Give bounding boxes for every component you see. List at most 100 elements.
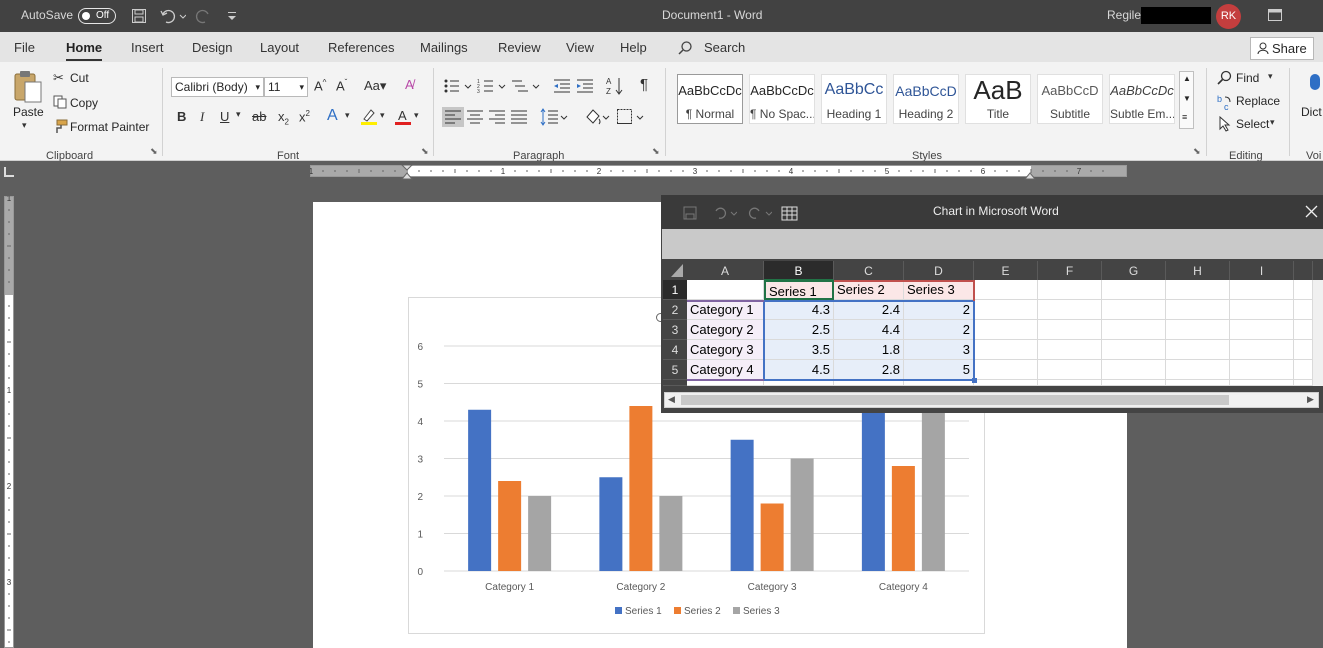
- empty-cell[interactable]: [1166, 380, 1230, 386]
- cell-b5[interactable]: 4.5: [764, 360, 834, 380]
- empty-cell[interactable]: [1102, 360, 1166, 380]
- cell-d2[interactable]: 2: [904, 300, 974, 320]
- cell-b2[interactable]: 4.3: [764, 300, 834, 320]
- paste-icon[interactable]: [13, 70, 43, 104]
- text-effects-icon[interactable]: A: [327, 107, 338, 125]
- cell-d3[interactable]: 2: [904, 320, 974, 340]
- save-icon[interactable]: [683, 206, 697, 220]
- first-line-indent-marker[interactable]: [401, 165, 413, 171]
- row-header-1[interactable]: 1: [663, 280, 687, 300]
- empty-cell[interactable]: [1294, 300, 1313, 320]
- cell-a5[interactable]: Category 4: [687, 360, 764, 380]
- cell-a4[interactable]: Category 3: [687, 340, 764, 360]
- style-subtitle[interactable]: AaBbCcD Subtitle: [1037, 74, 1103, 124]
- align-center-icon[interactable]: [466, 107, 484, 127]
- empty-cell[interactable]: [1294, 360, 1313, 380]
- row-header-3[interactable]: 3: [663, 320, 687, 340]
- column-header-e[interactable]: E: [974, 261, 1038, 281]
- customize-toolbar-icon[interactable]: [227, 11, 237, 21]
- shading-icon[interactable]: [584, 107, 612, 127]
- range-resize-handle[interactable]: [972, 378, 977, 383]
- empty-cell[interactable]: [1230, 380, 1294, 386]
- tab-home[interactable]: Home: [66, 40, 103, 61]
- tab-review[interactable]: Review: [498, 40, 541, 55]
- find-button[interactable]: Find: [1236, 71, 1259, 85]
- column-header-i[interactable]: I: [1230, 261, 1294, 281]
- tab-references[interactable]: References: [328, 40, 394, 55]
- right-indent-marker[interactable]: [1023, 172, 1037, 180]
- clear-formatting-icon[interactable]: A̸: [405, 77, 414, 92]
- empty-cell[interactable]: [1038, 280, 1102, 300]
- empty-cell[interactable]: [1102, 320, 1166, 340]
- bar-3-1[interactable]: [528, 496, 552, 571]
- bar-2-3[interactable]: [760, 503, 784, 572]
- format-painter-icon[interactable]: [53, 119, 68, 134]
- empty-cell[interactable]: [1230, 320, 1294, 340]
- subscript-icon[interactable]: x2: [278, 109, 289, 127]
- vertical-scrollbar[interactable]: [1313, 280, 1323, 386]
- bar-1-3[interactable]: [730, 439, 754, 571]
- dictate-button[interactable]: Dict: [1301, 105, 1322, 119]
- undo-icon[interactable]: [160, 8, 186, 24]
- empty-cell[interactable]: [1294, 320, 1313, 340]
- cell-d5[interactable]: 5: [904, 360, 974, 380]
- redo-icon[interactable]: [748, 206, 772, 220]
- tab-layout[interactable]: Layout: [260, 40, 299, 55]
- superscript-icon[interactable]: x2: [299, 109, 310, 124]
- column-header-h[interactable]: H: [1166, 261, 1230, 281]
- replace-icon[interactable]: bc: [1216, 93, 1234, 111]
- bar-1-1[interactable]: [468, 409, 492, 571]
- search-icon[interactable]: [678, 41, 692, 55]
- save-icon[interactable]: [131, 8, 147, 24]
- multilevel-list-icon[interactable]: [511, 78, 541, 94]
- font-color-icon[interactable]: A: [394, 108, 412, 126]
- empty-cell[interactable]: [1230, 360, 1294, 380]
- empty-cell[interactable]: [1038, 340, 1102, 360]
- style-no-spacing[interactable]: AaBbCcDc ¶ No Spac...: [749, 74, 815, 124]
- tab-help[interactable]: Help: [620, 40, 647, 55]
- cell-a1[interactable]: [687, 280, 764, 300]
- legend-entry[interactable]: Series 1: [625, 606, 662, 617]
- copy-icon[interactable]: [53, 95, 67, 109]
- empty-cell[interactable]: [1166, 340, 1230, 360]
- empty-cell[interactable]: [687, 380, 764, 386]
- bar-2-1[interactable]: [498, 481, 522, 571]
- legend-entry[interactable]: Series 3: [743, 606, 780, 617]
- shrink-font-icon[interactable]: Aˇ: [336, 78, 347, 93]
- cut-icon[interactable]: ✂: [53, 70, 64, 86]
- cell-a2[interactable]: Category 1: [687, 300, 764, 320]
- clipboard-launcher-icon[interactable]: ⬊: [150, 146, 158, 157]
- row-header-5[interactable]: 5: [663, 360, 687, 380]
- cell-b3[interactable]: 2.5: [764, 320, 834, 340]
- styles-launcher-icon[interactable]: ⬊: [1193, 146, 1201, 157]
- tab-file[interactable]: File: [14, 40, 35, 55]
- numbering-icon[interactable]: 123: [477, 78, 507, 94]
- paragraph-launcher-icon[interactable]: ⬊: [652, 146, 660, 157]
- find-dropdown-icon[interactable]: ▾: [1268, 71, 1273, 82]
- bar-2-2[interactable]: [629, 406, 653, 571]
- column-header-d[interactable]: D: [904, 261, 974, 281]
- empty-cell[interactable]: [974, 360, 1038, 380]
- dictate-icon[interactable]: [1308, 74, 1323, 98]
- hanging-indent-marker[interactable]: [400, 172, 414, 180]
- style-title[interactable]: AaB Title: [965, 74, 1031, 124]
- column-header-g[interactable]: G: [1102, 261, 1166, 281]
- replace-button[interactable]: Replace: [1236, 94, 1280, 108]
- increase-indent-icon[interactable]: [576, 78, 594, 94]
- style-subtle-emphasis[interactable]: AaBbCcDc Subtle Em...: [1109, 74, 1175, 124]
- sort-icon[interactable]: AZ: [606, 76, 624, 96]
- empty-cell[interactable]: [974, 300, 1038, 320]
- tab-view[interactable]: View: [566, 40, 594, 55]
- column-header-b[interactable]: B: [764, 261, 834, 281]
- cut-button[interactable]: Cut: [70, 71, 89, 85]
- paste-dropdown-icon[interactable]: ▾: [22, 120, 27, 131]
- bar-1-2[interactable]: [599, 477, 623, 571]
- column-header-c[interactable]: C: [834, 261, 904, 281]
- bar-2-4[interactable]: [891, 466, 915, 571]
- empty-cell[interactable]: [1038, 380, 1102, 386]
- empty-cell[interactable]: [1166, 280, 1230, 300]
- font-launcher-icon[interactable]: ⬊: [421, 146, 429, 157]
- cell-a3[interactable]: Category 2: [687, 320, 764, 340]
- select-cursor-icon[interactable]: [1218, 116, 1232, 132]
- tab-selector-icon[interactable]: [4, 167, 14, 177]
